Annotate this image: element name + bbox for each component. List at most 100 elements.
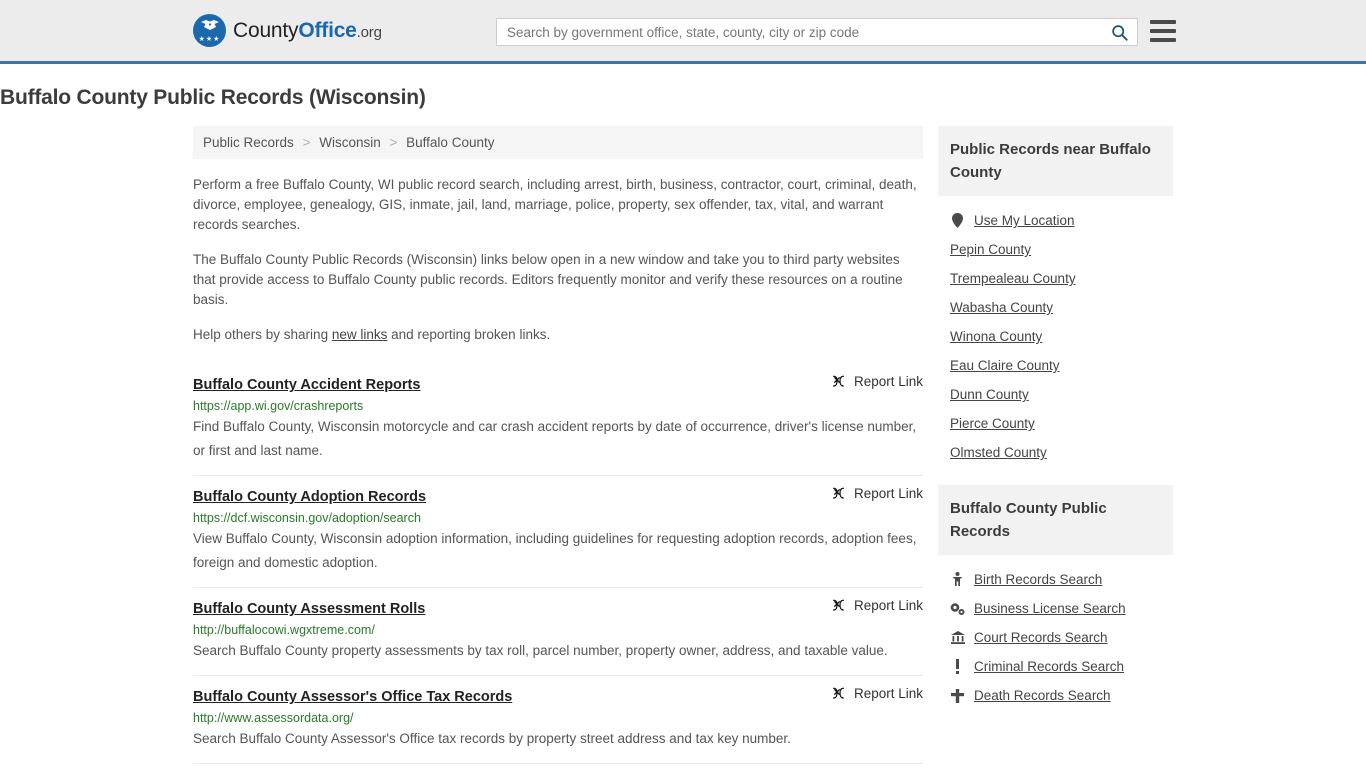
breadcrumb-item-buffalo-county[interactable]: Buffalo County: [406, 135, 494, 150]
listing-description: Search Buffalo County Assessor's Office …: [193, 731, 791, 746]
sidebar-link-label[interactable]: Birth Records Search: [974, 572, 1102, 587]
listing-description: View Buffalo County, Wisconsin adoption …: [193, 531, 917, 570]
broken-link-icon: [832, 487, 844, 499]
sidebar-link-item[interactable]: Trempealeau County: [940, 264, 1171, 293]
breadcrumb-separator: >: [389, 135, 398, 150]
sidebar-link-item[interactable]: Death Records Search: [940, 681, 1171, 710]
listing-item: Buffalo County Assessor's Office Tax Rec…: [193, 676, 923, 764]
eagle-glyph: [200, 20, 219, 30]
sidebar-link-item[interactable]: Wabasha County: [940, 293, 1171, 322]
intro-paragraph-2: The Buffalo County Public Records (Wisco…: [193, 252, 903, 307]
sidebar: Public Records near Buffalo County Use My…: [938, 126, 1173, 764]
breadcrumb-item-public-records[interactable]: Public Records: [203, 135, 294, 150]
content-container: Public Records > Wisconsin > Buffalo Cou…: [193, 126, 1173, 764]
report-link-label: Report Link: [853, 374, 923, 389]
bank-icon: [950, 631, 965, 644]
sidebar-link-item[interactable]: Winona County: [940, 322, 1171, 351]
sidebar-link-label[interactable]: Pepin County: [950, 242, 1031, 257]
new-links-link[interactable]: new links: [332, 327, 388, 342]
sidebar-link-item[interactable]: Olmsted County: [940, 438, 1171, 467]
report-link-label: Report Link: [853, 598, 923, 613]
child-icon: [950, 572, 965, 587]
logo-prefix: County: [233, 18, 299, 42]
listing-header: Buffalo County Adoption Records Report Li…: [193, 486, 923, 505]
sidebar-link-label[interactable]: Olmsted County: [950, 445, 1047, 460]
sidebar-link-item[interactable]: Birth Records Search: [940, 565, 1171, 594]
child-icon: [952, 572, 963, 586]
hamburger-bar: [1150, 20, 1176, 24]
sidebar-link-label[interactable]: Death Records Search: [974, 688, 1111, 703]
sidebar-link-item[interactable]: Use My Location: [940, 206, 1171, 235]
listing-item: Buffalo County Adoption Records Report Li…: [193, 476, 923, 588]
logo-bold: Office: [298, 18, 357, 42]
report-link-button[interactable]: Report Link: [831, 686, 923, 701]
bank-icon: [950, 631, 965, 644]
listing-header: Buffalo County Accident Reports Report Li…: [193, 374, 923, 393]
exclamation-icon: [950, 659, 965, 674]
intro-p3-after: and reporting broken links.: [387, 327, 551, 342]
broken-link-icon: [832, 599, 844, 611]
intro-paragraph-3: Help others by sharing new links and rep…: [193, 325, 923, 345]
sidebar-panel-body: Birth Records Search Business License Sea…: [938, 555, 1173, 710]
sidebar-link-item[interactable]: Eau Claire County: [940, 351, 1171, 380]
sidebar-link-label[interactable]: Wabasha County: [950, 300, 1053, 315]
listing-title-link[interactable]: Buffalo County Assessment Rolls: [193, 601, 425, 617]
broken-link-icon: [832, 375, 844, 387]
sidebar-link-item[interactable]: Pierce County: [940, 409, 1171, 438]
map-pin-icon: [952, 213, 963, 228]
map-pin-icon: [950, 213, 965, 228]
sidebar-link-item[interactable]: Court Records Search: [940, 623, 1171, 652]
search-bar[interactable]: [496, 18, 1138, 46]
sidebar-link-item[interactable]: Criminal Records Search: [940, 652, 1171, 681]
broken-link-icon: [832, 687, 844, 699]
sidebar-link-label[interactable]: Use My Location: [974, 213, 1075, 228]
sidebar-panel: Public Records near Buffalo County Use My…: [938, 126, 1173, 467]
sidebar-panel-heading: Buffalo County Public Records: [938, 485, 1173, 555]
intro-p3-before: Help others by sharing: [193, 327, 332, 342]
listing-url[interactable]: http://www.assessordata.org/: [193, 711, 923, 725]
sidebar-link-label[interactable]: Court Records Search: [974, 630, 1108, 645]
logo-tld: .org: [356, 23, 382, 41]
sidebar-link-label[interactable]: Dunn County: [950, 387, 1029, 402]
sidebar-link-label[interactable]: Criminal Records Search: [974, 659, 1124, 674]
intro-text: Perform a free Buffalo County, WI public…: [193, 175, 923, 345]
search-input[interactable]: [497, 19, 1101, 45]
report-link-button[interactable]: Report Link: [831, 598, 923, 613]
sidebar-link-label[interactable]: Winona County: [950, 329, 1042, 344]
sidebar-link-item[interactable]: Pepin County: [940, 235, 1171, 264]
sidebar-panel-body: Use My Location Pepin County Trempealeau C…: [938, 196, 1173, 467]
sidebar-link-label[interactable]: Eau Claire County: [950, 358, 1060, 373]
report-link-button[interactable]: Report Link: [831, 374, 923, 389]
search-icon: [1111, 24, 1128, 41]
hamburger-menu-icon[interactable]: [1150, 20, 1176, 42]
breadcrumb-item-wisconsin[interactable]: Wisconsin: [319, 135, 381, 150]
sidebar-link-item[interactable]: Business License Search: [940, 594, 1171, 623]
sidebar-panel-heading: Public Records near Buffalo County: [938, 126, 1173, 196]
search-button[interactable]: [1101, 19, 1137, 45]
listing-description: Search Buffalo County property assessmen…: [193, 643, 888, 658]
breadcrumb: Public Records > Wisconsin > Buffalo Cou…: [193, 126, 923, 159]
main-column: Public Records > Wisconsin > Buffalo Cou…: [193, 126, 923, 764]
listing-header: Buffalo County Assessment Rolls Report Li…: [193, 598, 923, 617]
report-link-button[interactable]: Report Link: [831, 486, 923, 501]
cogs-icon: [950, 602, 965, 616]
report-link-label: Report Link: [853, 486, 923, 501]
listing-title-link[interactable]: Buffalo County Accident Reports: [193, 377, 420, 393]
page-title: Buffalo County Public Records (Wisconsin…: [0, 86, 426, 109]
listing-url[interactable]: https://dcf.wisconsin.gov/adoption/searc…: [193, 511, 923, 525]
eagle-logo-icon: ★★★: [193, 14, 226, 47]
exclamation-icon: [956, 659, 959, 674]
listing-item: Buffalo County Accident Reports Report Li…: [193, 360, 923, 476]
sidebar-link-label[interactable]: Pierce County: [950, 416, 1035, 431]
listing-title-link[interactable]: Buffalo County Adoption Records: [193, 489, 426, 505]
listing-header: Buffalo County Assessor's Office Tax Rec…: [193, 686, 923, 705]
sidebar-link-label[interactable]: Business License Search: [974, 601, 1126, 616]
sidebar-link-label[interactable]: Trempealeau County: [950, 271, 1076, 286]
report-link-label: Report Link: [853, 686, 923, 701]
site-logo[interactable]: ★★★ CountyOffice.org: [193, 14, 382, 47]
listing-title-link[interactable]: Buffalo County Assessor's Office Tax Rec…: [193, 689, 512, 705]
cogs-icon: [950, 602, 965, 615]
listing-url[interactable]: https://app.wi.gov/crashreports: [193, 399, 923, 413]
listing-url[interactable]: http://buffalocowi.wgxtreme.com/: [193, 623, 923, 637]
sidebar-link-item[interactable]: Dunn County: [940, 380, 1171, 409]
